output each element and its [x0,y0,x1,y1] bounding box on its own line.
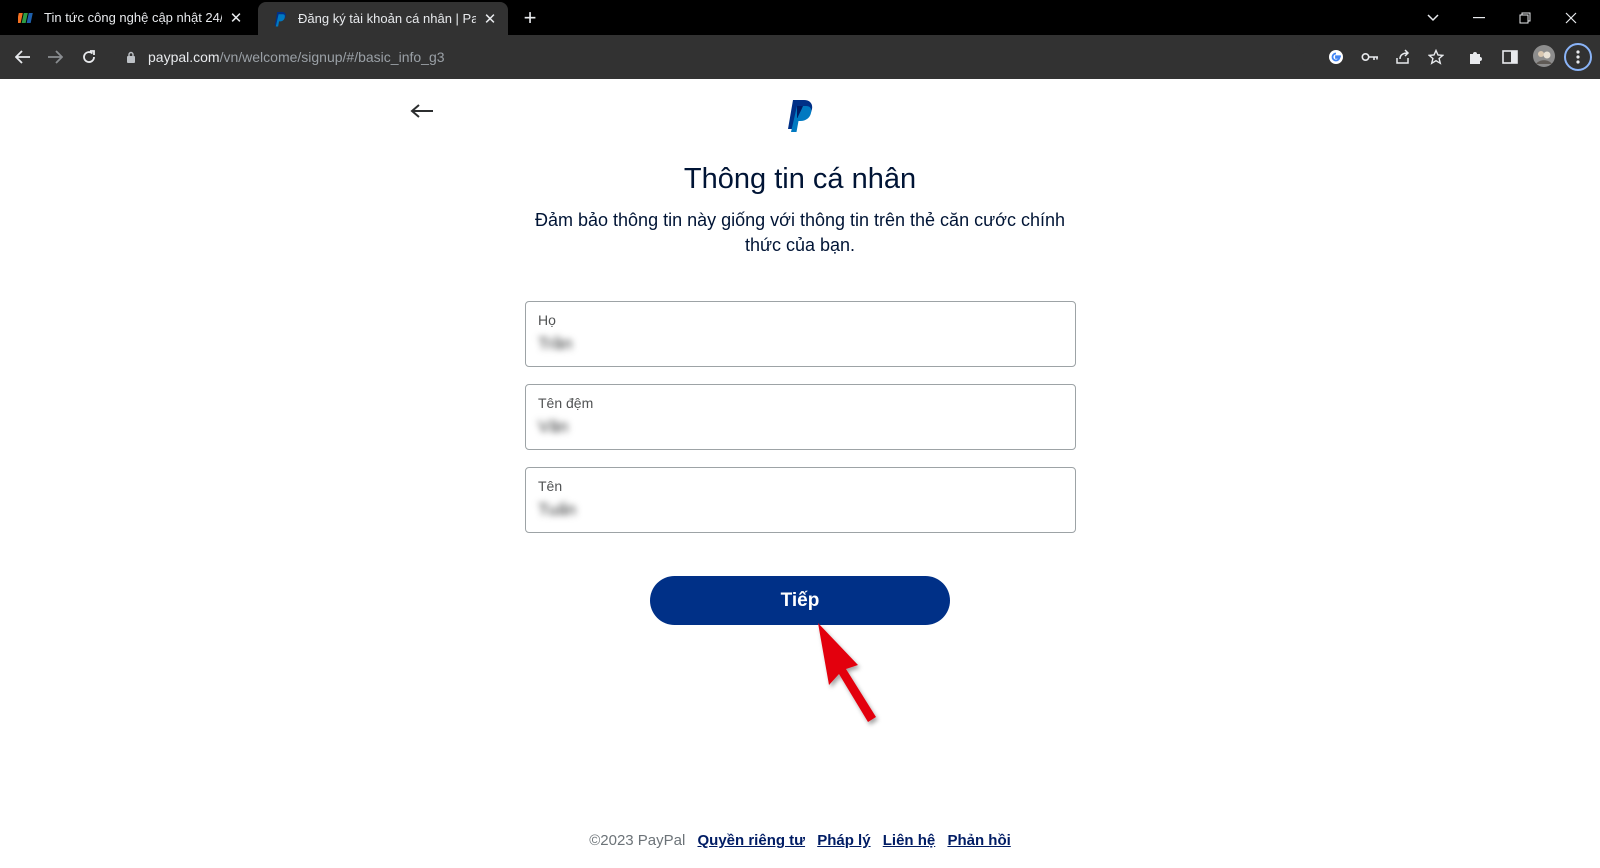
share-icon[interactable] [1393,47,1413,67]
signup-page: Thông tin cá nhân Đảm bảo thông tin này … [0,79,1600,868]
field-value: Văn [538,417,569,436]
page-footer: ©2023 PayPal Quyền riêng tư Pháp lý Liên… [0,832,1600,849]
middle-name-field[interactable]: Tên đệm Văn [525,384,1076,450]
forward-button[interactable] [42,44,68,70]
reload-button[interactable] [76,44,102,70]
tab-paypal-signup[interactable]: Đăng ký tài khoản cá nhân | PayPal ✕ [258,2,508,35]
copyright-text: ©2023 PayPal [589,832,686,849]
first-name-field[interactable]: Tên Tuấn [525,467,1076,533]
tab-strip: Tin tức công nghệ cập nhật 24/7 ✕ Đăng k… [0,0,1600,35]
address-bar[interactable]: paypal.com/vn/welcome/signup/#/basic_inf… [114,41,1304,73]
annotation-arrow-icon [812,619,902,729]
side-panel-icon[interactable] [1500,47,1520,67]
key-icon[interactable] [1360,47,1380,67]
tab-news[interactable]: Tin tức công nghệ cập nhật 24/7 ✕ [0,0,254,35]
field-label: Tên [538,478,563,494]
page-subtitle: Đảm bảo thông tin này giống với thông ti… [535,210,1065,255]
url-text: paypal.com/vn/welcome/signup/#/basic_inf… [148,49,445,65]
lock-icon[interactable] [124,50,138,64]
tab-search-icon[interactable] [1410,0,1456,35]
field-value: Tuấn [538,500,577,519]
url-path: /vn/welcome/signup/#/basic_info_g3 [219,49,445,65]
new-tab-button[interactable]: + [518,5,542,30]
legal-link[interactable]: Pháp lý [817,832,870,849]
next-button[interactable]: Tiếp [650,576,950,625]
url-host: paypal.com [148,49,220,65]
puzzle-icon[interactable] [1466,47,1486,67]
field-label: Họ [538,312,556,328]
paypal-logo-icon [786,99,814,133]
last-name-field[interactable]: Họ Trần [525,301,1076,367]
feedback-link[interactable]: Phản hồi [947,832,1010,849]
privacy-link[interactable]: Quyền riêng tư [698,832,806,849]
kebab-menu-icon[interactable] [1564,43,1592,71]
back-button[interactable] [10,44,36,70]
minimize-icon[interactable] [1456,0,1502,35]
contact-link[interactable]: Liên hệ [883,832,936,849]
fpt-logo-icon [18,10,34,26]
avatar-icon[interactable] [1532,44,1556,68]
field-label: Tên đệm [538,395,594,411]
tab-title: Đăng ký tài khoản cá nhân | PayPal [298,11,476,26]
star-icon[interactable] [1426,47,1446,67]
close-tab-icon[interactable]: ✕ [228,10,244,27]
paypal-favicon-icon [272,11,288,27]
close-window-icon[interactable] [1548,0,1594,35]
field-value: Trần [538,334,573,353]
tab-title: Tin tức công nghệ cập nhật 24/7 [44,10,222,25]
restore-icon[interactable] [1502,0,1548,35]
back-arrow-icon[interactable] [410,103,440,127]
google-icon[interactable] [1326,47,1346,67]
browser-toolbar: paypal.com/vn/welcome/signup/#/basic_inf… [0,35,1600,79]
page-title: Thông tin cá nhân [683,163,917,195]
close-tab-icon[interactable]: ✕ [482,11,498,28]
